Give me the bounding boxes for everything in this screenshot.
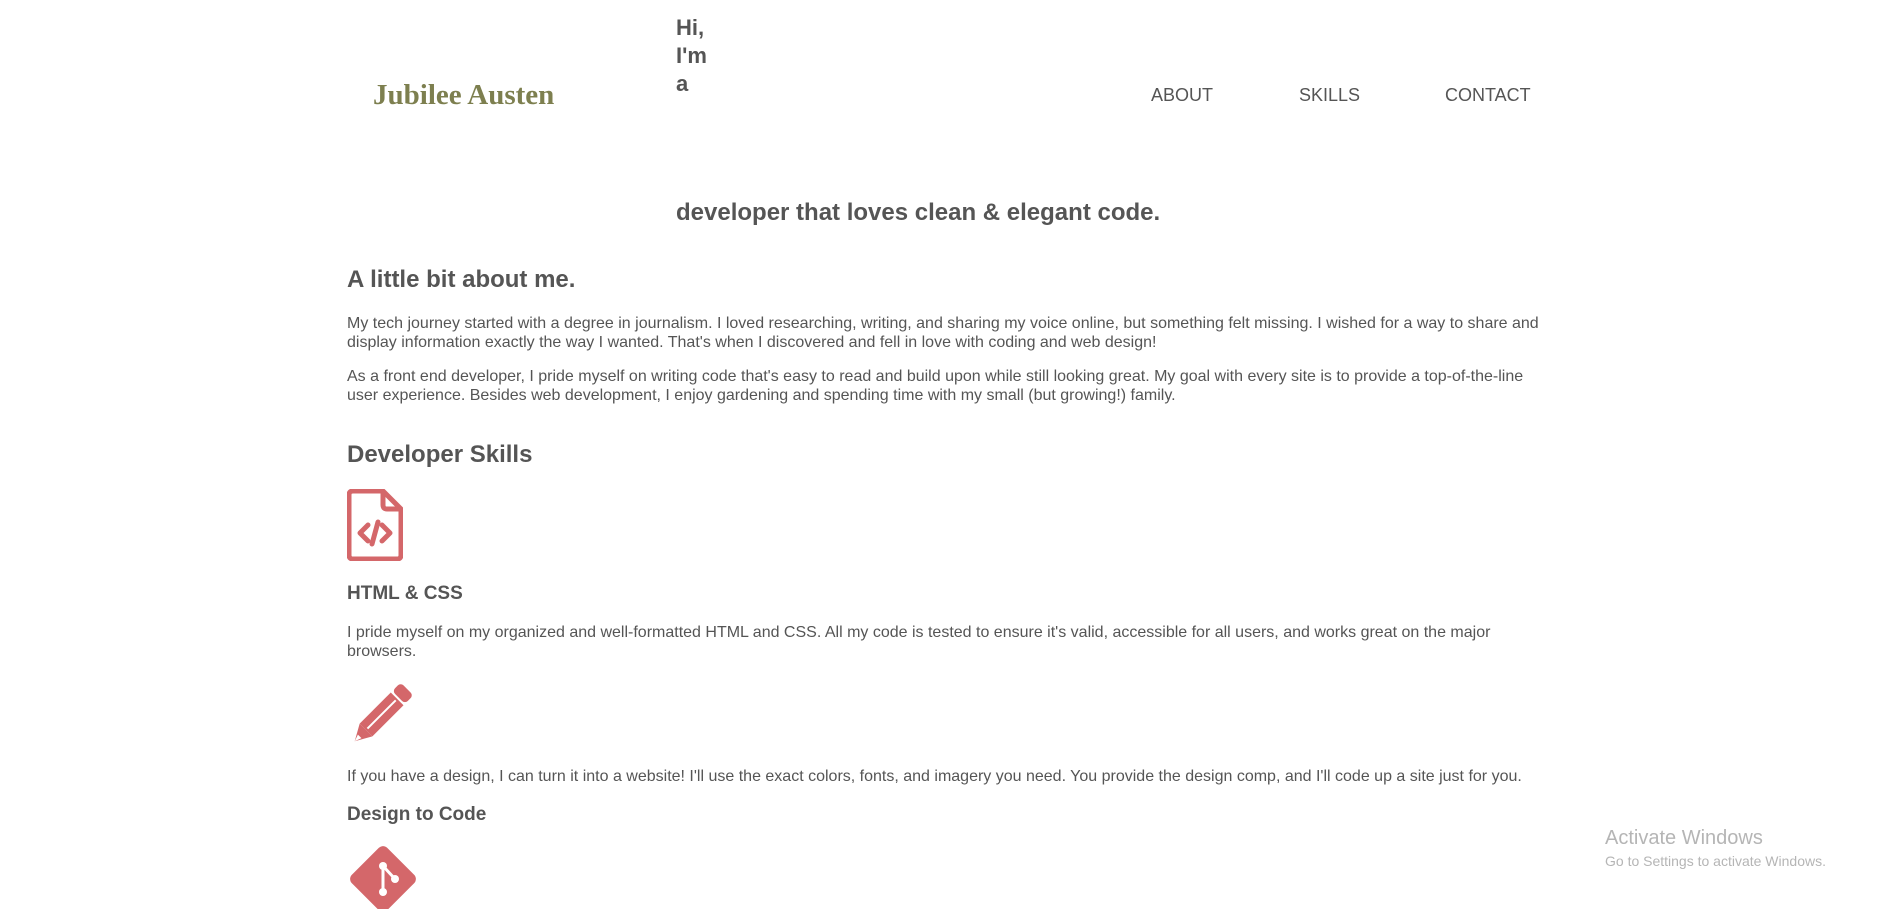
- skill-description-design-to-code: If you have a design, I can turn it into…: [347, 768, 1522, 785]
- nav-link-skills[interactable]: SKILLS: [1299, 85, 1360, 106]
- intro-text: Hi, I'm a: [676, 15, 707, 96]
- hero-tagline: developer that loves clean & elegant cod…: [676, 199, 1161, 226]
- skill-title-design-to-code: Design to Code: [347, 804, 487, 825]
- pencil-icon: [347, 677, 419, 754]
- skill-title-html-css: HTML & CSS: [347, 583, 463, 604]
- watermark-title: Activate Windows: [1605, 827, 1763, 849]
- about-paragraph-2: As a front end developer, I pride myself…: [347, 368, 1524, 404]
- watermark-subtitle: Go to Settings to activate Windows.: [1605, 853, 1826, 869]
- nav-link-about[interactable]: ABOUT: [1151, 85, 1213, 106]
- site-logo[interactable]: Jubilee Austen: [373, 79, 554, 112]
- about-heading: A little bit about me.: [347, 266, 576, 293]
- file-code-icon: [346, 488, 404, 566]
- skills-heading: Developer Skills: [347, 441, 533, 468]
- skill-description-html-css: I pride myself on my organized and well-…: [347, 624, 1491, 660]
- nav-link-contact[interactable]: CONTACT: [1445, 85, 1531, 106]
- portfolio-page: Jubilee Austen Hi, I'm a ABOUT SKILLS CO…: [0, 0, 1895, 909]
- git-icon: [347, 843, 419, 909]
- windows-activation-watermark: Activate Windows Go to Settings to activ…: [1605, 826, 1826, 870]
- about-paragraph-1: My tech journey started with a degree in…: [347, 315, 1539, 351]
